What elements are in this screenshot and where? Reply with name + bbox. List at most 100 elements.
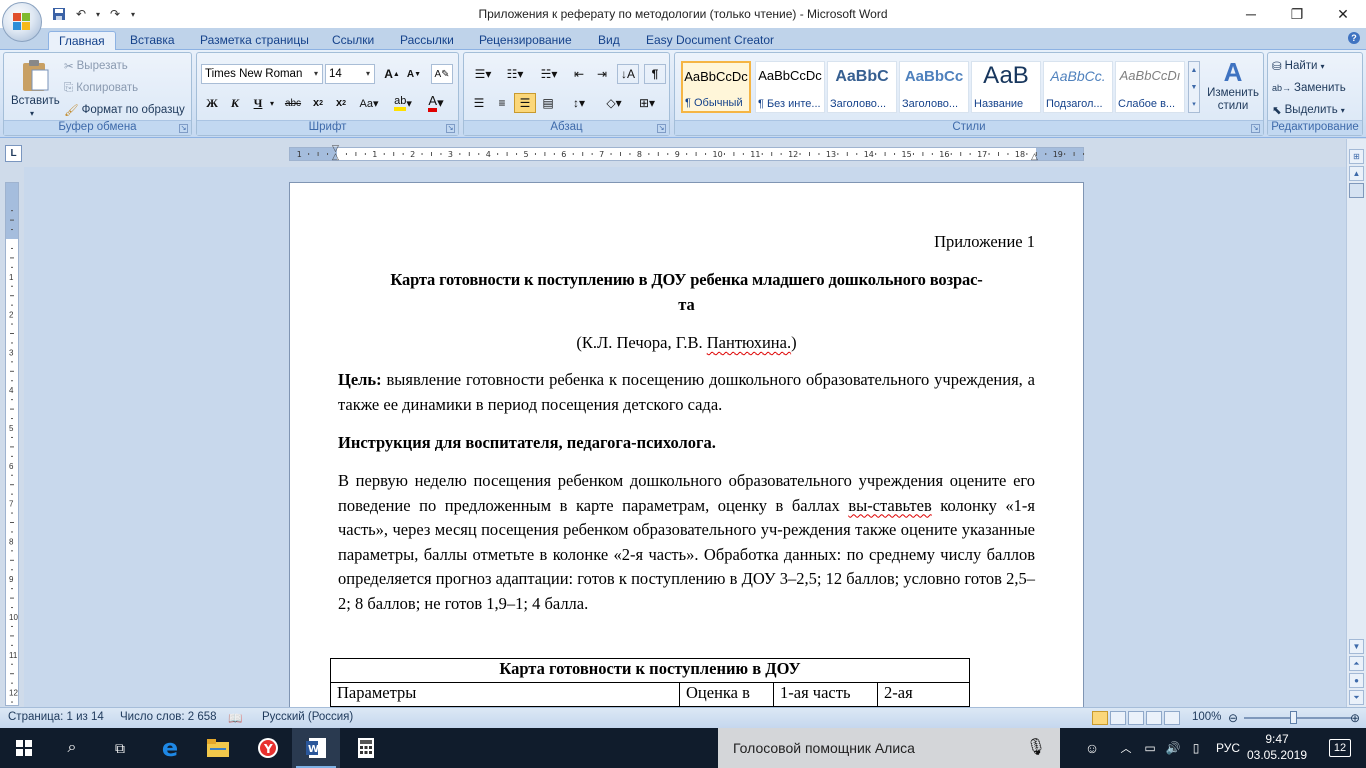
network-icon[interactable]: ▭ xyxy=(1140,728,1160,768)
tab-view[interactable]: Вид xyxy=(588,31,630,50)
style-normal[interactable]: AaBbCcDc ¶ Обычный xyxy=(681,61,751,113)
font-launcher-icon[interactable]: ↘ xyxy=(446,124,455,133)
clipboard-launcher-icon[interactable]: ↘ xyxy=(179,124,188,133)
start-button[interactable] xyxy=(0,728,48,768)
align-right-icon[interactable]: ☰ xyxy=(514,93,536,113)
subscript-icon[interactable]: x2 xyxy=(307,93,329,113)
grow-font-icon[interactable]: A ▲ xyxy=(381,64,403,84)
underline-icon[interactable]: Ч xyxy=(247,93,269,113)
clock[interactable]: 9:47 03.05.2019 xyxy=(1246,731,1308,763)
styles-launcher-icon[interactable]: ↘ xyxy=(1251,124,1260,133)
show-marks-icon[interactable]: ¶ xyxy=(644,64,666,84)
increase-indent-icon[interactable]: ⇥ xyxy=(591,64,613,84)
full-screen-view-icon[interactable] xyxy=(1110,711,1126,725)
tab-easy-document-creator[interactable]: Easy Document Creator xyxy=(636,31,784,50)
align-center-icon[interactable]: ≡ xyxy=(491,93,513,113)
edge-icon[interactable]: e xyxy=(146,728,194,768)
page-counter[interactable]: Страница: 1 из 14 xyxy=(8,711,104,723)
scroll-down-icon[interactable]: ▼ xyxy=(1349,639,1364,654)
font-name-combo[interactable]: Times New Roman ▾ xyxy=(201,64,323,84)
style-subtitle[interactable]: AaBbCc. Подзагол... xyxy=(1043,61,1113,113)
ruler-toggle-icon[interactable]: ⊞ xyxy=(1349,149,1364,164)
yandex-browser-icon[interactable]: Y xyxy=(244,728,292,768)
copy-button[interactable]: ⎘ Копировать xyxy=(64,78,138,98)
outline-view-icon[interactable] xyxy=(1146,711,1162,725)
shading-icon[interactable]: ◇▾ xyxy=(599,93,629,113)
word-count[interactable]: Число слов: 2 658 xyxy=(120,711,217,723)
italic-icon[interactable]: К xyxy=(224,93,246,113)
print-layout-view-icon[interactable] xyxy=(1092,711,1108,725)
highlight-icon[interactable]: ab ▾ xyxy=(389,93,417,113)
strikethrough-icon[interactable]: abc xyxy=(282,93,304,113)
style-heading-2[interactable]: AaBbCc Заголово... xyxy=(899,61,969,113)
tab-selector-icon[interactable]: L xyxy=(5,145,22,162)
action-center-icon[interactable]: 12 xyxy=(1318,728,1362,768)
task-view-icon[interactable]: ⧉ xyxy=(96,728,144,768)
misspelled-word[interactable]: Пантюхина. xyxy=(707,333,791,352)
font-color-icon[interactable]: A ▾ xyxy=(422,93,450,113)
style-title[interactable]: АаВ Название xyxy=(971,61,1041,113)
underline-dropdown-icon[interactable]: ▾ xyxy=(267,93,277,113)
replace-button[interactable]: ab→ Заменить xyxy=(1272,78,1346,98)
decrease-indent-icon[interactable]: ⇤ xyxy=(568,64,590,84)
people-icon[interactable]: ☺ xyxy=(1080,728,1104,768)
clear-formatting-icon[interactable]: A✎ xyxy=(431,64,453,84)
bullets-icon[interactable]: ☰▾ xyxy=(468,64,498,84)
shrink-font-icon[interactable]: A ▼ xyxy=(403,64,425,84)
tab-mailings[interactable]: Рассылки xyxy=(390,31,464,50)
minimize-button[interactable]: ─ xyxy=(1228,0,1274,28)
horizontal-ruler[interactable]: 1 1 2 3 4 5 6 7 8 9 10 11 12 13 14 15 16 17 18 19 ▽ △ △ xyxy=(289,144,1085,161)
help-icon[interactable]: ? xyxy=(1348,32,1360,44)
paragraph-launcher-icon[interactable]: ↘ xyxy=(657,124,666,133)
draft-view-icon[interactable] xyxy=(1164,711,1180,725)
zoom-in-icon[interactable]: ⊕ xyxy=(1350,711,1360,725)
tab-references[interactable]: Ссылки xyxy=(322,31,384,50)
right-indent-marker-icon[interactable]: △ xyxy=(1031,152,1038,161)
alice-voice-assistant[interactable]: Голосовой помощник Алиса 🎙 xyxy=(718,728,1060,768)
calculator-icon[interactable] xyxy=(342,728,390,768)
cut-button[interactable]: ✂ Вырезать xyxy=(64,56,128,76)
readiness-table[interactable]: Карта готовности к поступлению в ДОУ Пар… xyxy=(330,658,970,707)
paste-button[interactable]: Вставить ▾ xyxy=(8,57,60,119)
scroll-up-icon[interactable]: ▲ xyxy=(1349,166,1364,181)
format-painter-button[interactable]: 🖌 Формат по образцу xyxy=(64,100,185,120)
select-button[interactable]: ⬉ Выделить ▾ xyxy=(1272,100,1345,120)
language-switch[interactable]: РУС xyxy=(1210,728,1246,768)
close-button[interactable]: ✕ xyxy=(1320,0,1366,28)
sort-icon[interactable]: ↓A xyxy=(617,64,639,84)
change-case-icon[interactable]: Aa▾ xyxy=(355,93,383,113)
previous-page-icon[interactable]: ⏶ xyxy=(1349,656,1364,671)
zoom-level[interactable]: 100% xyxy=(1192,711,1221,723)
line-spacing-icon[interactable]: ↕▾ xyxy=(564,93,594,113)
style-heading-1[interactable]: AaBbC Заголово... xyxy=(827,61,897,113)
battery-icon[interactable]: ▯ xyxy=(1186,728,1206,768)
restore-button[interactable]: ❐ xyxy=(1274,0,1320,28)
tab-review[interactable]: Рецензирование xyxy=(469,31,582,50)
tab-home[interactable]: Главная xyxy=(48,31,116,50)
language-indicator[interactable]: Русский (Россия) xyxy=(262,711,353,723)
microphone-icon[interactable]: 🎙 xyxy=(1026,728,1046,768)
superscript-icon[interactable]: x2 xyxy=(330,93,352,113)
document-area[interactable]: Приложение 1 Карта готовности к поступле… xyxy=(24,167,1346,707)
zoom-slider[interactable] xyxy=(1244,717,1352,719)
proofing-icon[interactable]: 📖 xyxy=(228,711,242,725)
find-button[interactable]: ⛁ Найти ▾ xyxy=(1272,56,1324,76)
zoom-slider-thumb[interactable] xyxy=(1290,711,1297,724)
search-icon[interactable]: ⌕ xyxy=(48,728,96,768)
bold-icon[interactable]: Ж xyxy=(201,93,223,113)
tab-insert[interactable]: Вставка xyxy=(120,31,185,50)
word-taskbar-icon[interactable]: W xyxy=(292,728,340,768)
font-size-combo[interactable]: 14 ▾ xyxy=(325,64,375,84)
style-no-spacing[interactable]: AaBbCcDc ¶ Без инте... xyxy=(755,61,825,113)
justify-icon[interactable]: ▤ xyxy=(537,93,559,113)
multilevel-list-icon[interactable]: ☵▾ xyxy=(534,64,564,84)
borders-icon[interactable]: ⊞▾ xyxy=(632,93,662,113)
show-hidden-icons[interactable]: ︿ xyxy=(1114,728,1138,768)
file-explorer-icon[interactable] xyxy=(194,728,242,768)
scroll-thumb[interactable] xyxy=(1349,183,1364,198)
misspelled-word[interactable]: вы-ставьтев xyxy=(848,496,931,515)
vertical-scrollbar[interactable]: ⊞ ▲ ▼ ⏶ ● ⏷ xyxy=(1346,139,1366,707)
document-page[interactable]: Приложение 1 Карта готовности к поступле… xyxy=(289,182,1084,707)
indent-marker-icon[interactable]: ▽ △ xyxy=(332,144,339,161)
numbering-icon[interactable]: ☷▾ xyxy=(500,64,530,84)
